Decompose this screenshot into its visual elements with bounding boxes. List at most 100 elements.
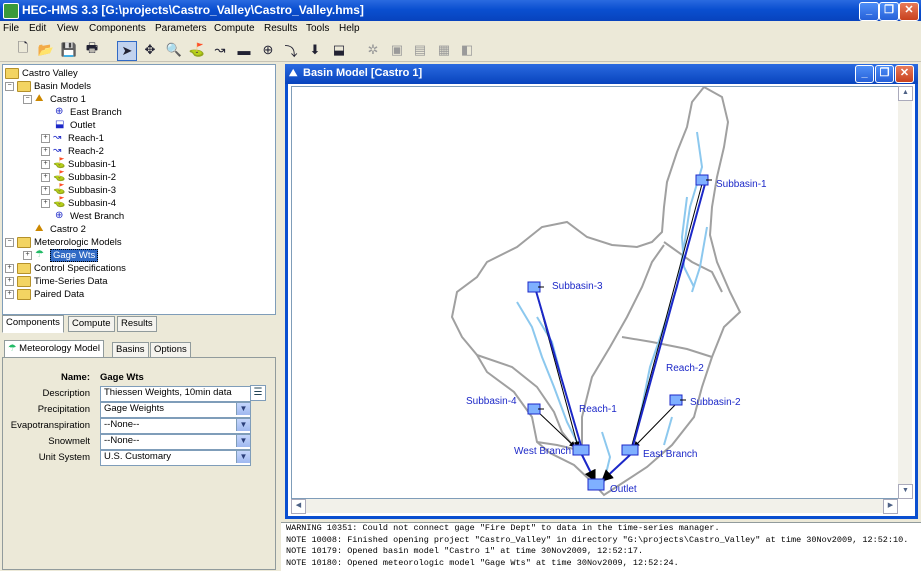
new-file-icon[interactable]: 🗋 — [14, 40, 32, 59]
reservoir-tool-icon[interactable]: ▬ — [235, 41, 253, 59]
chevron-down-icon[interactable]: ▼ — [236, 419, 250, 431]
results-table-icon[interactable]: ▦ — [435, 41, 453, 59]
source-tool-icon[interactable]: ⬇ — [306, 41, 324, 59]
tab-compute[interactable]: Compute — [68, 316, 115, 332]
tree-item-subbasin-3[interactable]: + ⛳ Subbasin-3 — [41, 184, 116, 197]
menu-file[interactable]: File — [3, 23, 19, 34]
diversion-tool-icon[interactable]: ⤵ — [282, 41, 300, 59]
expand-icon[interactable]: + — [5, 289, 14, 299]
tree-met-models[interactable]: − Meteorologic Models — [5, 236, 122, 249]
expand-icon[interactable]: + — [41, 159, 50, 169]
subbasin-2-icon[interactable] — [669, 394, 686, 406]
tree-item-outlet[interactable]: ⬓ Outlet — [55, 119, 95, 132]
outlet-sink-icon[interactable] — [587, 478, 605, 491]
compute-icon[interactable]: ✲ — [364, 41, 382, 59]
tree-item-reach-2[interactable]: + ↝ Reach-2 — [41, 145, 104, 158]
basin-restore-button[interactable]: ❐ — [875, 65, 894, 83]
message-log[interactable]: WARNING 10351: Could not connect gage "F… — [281, 522, 921, 571]
scroll-left-icon[interactable]: ◀ — [291, 499, 306, 514]
east-branch-junction-icon[interactable] — [621, 444, 639, 456]
open-folder-icon[interactable]: 📂 — [37, 41, 55, 59]
menu-components[interactable]: Components — [89, 23, 146, 34]
tab-options[interactable]: Options — [150, 342, 191, 358]
subbasin-3-icon[interactable] — [527, 281, 544, 293]
menu-compute[interactable]: Compute — [214, 23, 255, 34]
description-editor-icon[interactable]: ☰ — [250, 385, 266, 401]
tree-item-subbasin-1[interactable]: + ⛳ Subbasin-1 — [41, 158, 116, 171]
close-button[interactable]: ✕ — [899, 2, 919, 21]
chevron-down-icon[interactable]: ▼ — [236, 403, 250, 415]
tree-paired-data[interactable]: + Paired Data — [5, 288, 84, 301]
label-subbasin-3: Subbasin-3 — [552, 281, 603, 292]
collapse-icon[interactable]: − — [5, 81, 14, 91]
name-label: Name: — [60, 372, 90, 383]
arrow-pointer-icon[interactable]: ➤ — [117, 41, 137, 61]
tab-basins[interactable]: Basins — [112, 342, 149, 358]
menu-view[interactable]: View — [57, 23, 79, 34]
vertical-scrollbar[interactable]: ▲ ▼ — [898, 86, 913, 499]
tree-item-east-branch[interactable]: ⊕ East Branch — [55, 106, 122, 119]
expand-icon[interactable]: + — [5, 276, 14, 286]
expand-icon[interactable]: + — [41, 198, 50, 208]
tree-item-subbasin-4[interactable]: + ⛳ Subbasin-4 — [41, 197, 116, 210]
menu-help[interactable]: Help — [339, 23, 360, 34]
subbasin-4-icon[interactable] — [527, 403, 544, 415]
expand-icon[interactable]: + — [41, 146, 50, 156]
expand-icon[interactable]: + — [41, 133, 50, 143]
print-icon[interactable]: 🖶 — [83, 40, 101, 59]
move-icon[interactable]: ✥ — [141, 41, 159, 59]
sink-tool-icon[interactable]: ⬓ — [330, 41, 348, 59]
tree-item-subbasin-2[interactable]: + ⛳ Subbasin-2 — [41, 171, 116, 184]
reach-2-line[interactable] — [631, 183, 706, 450]
chevron-down-icon[interactable]: ▼ — [236, 451, 250, 463]
subbasin-1-icon[interactable] — [695, 174, 712, 186]
chevron-down-icon[interactable]: ▼ — [236, 435, 250, 447]
junction-tool-icon[interactable]: ⊕ — [259, 41, 277, 59]
tree-basin-models[interactable]: − Basin Models — [5, 80, 91, 93]
menu-parameters[interactable]: Parameters — [155, 23, 207, 34]
results-summary-icon[interactable]: ▤ — [411, 41, 429, 59]
tree-time-series[interactable]: + Time-Series Data — [5, 275, 108, 288]
zoom-icon[interactable]: 🔍 — [165, 41, 183, 59]
collapse-icon[interactable]: − — [23, 94, 32, 104]
horizontal-scrollbar[interactable]: ◀ ▶ — [291, 499, 898, 514]
evapotranspiration-select[interactable]: --None-- ▼ — [100, 418, 251, 434]
collapse-icon[interactable]: − — [5, 237, 14, 247]
expand-icon[interactable]: + — [5, 263, 14, 273]
reach-tool-icon[interactable]: ↝ — [211, 41, 229, 59]
tree-item-west-branch[interactable]: ⊕ West Branch — [55, 210, 124, 223]
basin-close-button[interactable]: ✕ — [895, 65, 914, 83]
basin-minimize-button[interactable]: _ — [855, 65, 874, 83]
save-icon[interactable]: 💾 — [60, 41, 78, 59]
tree-control-specs[interactable]: + Control Specifications — [5, 262, 126, 275]
menu-edit[interactable]: Edit — [29, 23, 46, 34]
tree-castro1[interactable]: − ⛰ Castro 1 — [23, 93, 86, 106]
menu-tools[interactable]: Tools — [306, 23, 329, 34]
snowmelt-select[interactable]: --None-- ▼ — [100, 434, 251, 450]
maximize-button[interactable]: ❐ — [879, 2, 899, 21]
minimize-button[interactable]: _ — [859, 2, 879, 21]
tree-castro2[interactable]: ⛰ Castro 2 — [35, 223, 86, 236]
unit-system-select[interactable]: U.S. Customary ▼ — [100, 450, 251, 466]
tree-root[interactable]: Castro Valley — [5, 67, 78, 80]
results-graph-icon[interactable]: ▣ — [388, 41, 406, 59]
basin-window-title: Basin Model [Castro 1] — [303, 67, 423, 79]
scroll-down-icon[interactable]: ▼ — [898, 484, 913, 499]
menu-results[interactable]: Results — [264, 23, 297, 34]
evapotranspiration-label: Evapotranspiration — [10, 420, 90, 431]
expand-icon[interactable]: + — [41, 185, 50, 195]
basin-map-canvas[interactable]: Subbasin-1 Subbasin-3 Subbasin-4 Subbasi… — [291, 86, 904, 499]
description-field[interactable]: Thiessen Weights, 10min data — [100, 386, 251, 402]
tree-gage-wts[interactable]: + ☂ Gage Wts — [23, 249, 99, 262]
tab-results[interactable]: Results — [117, 316, 157, 332]
scroll-right-icon[interactable]: ▶ — [883, 499, 898, 514]
subbasin-tool-icon[interactable]: ⛳ — [188, 41, 206, 59]
scroll-up-icon[interactable]: ▲ — [898, 86, 913, 101]
expand-icon[interactable]: + — [23, 250, 32, 260]
expand-icon[interactable]: + — [41, 172, 50, 182]
west-branch-junction-icon[interactable] — [572, 444, 590, 456]
tab-components[interactable]: Components — [2, 315, 64, 333]
results-global-icon[interactable]: ◧ — [458, 41, 476, 59]
precipitation-select[interactable]: Gage Weights ▼ — [100, 402, 251, 418]
tree-item-reach-1[interactable]: + ↝ Reach-1 — [41, 132, 104, 145]
